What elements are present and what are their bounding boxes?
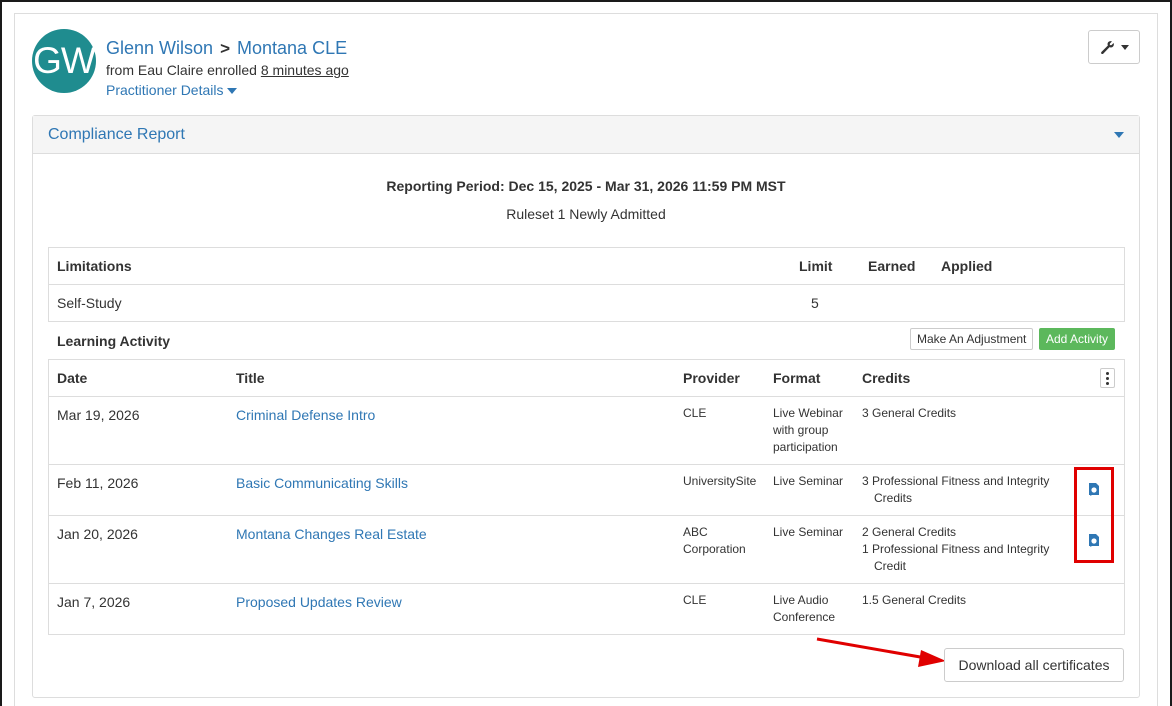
download-all-certificates-button[interactable]: Download all certificates (944, 648, 1124, 682)
annotation-arrow-icon (816, 637, 946, 667)
